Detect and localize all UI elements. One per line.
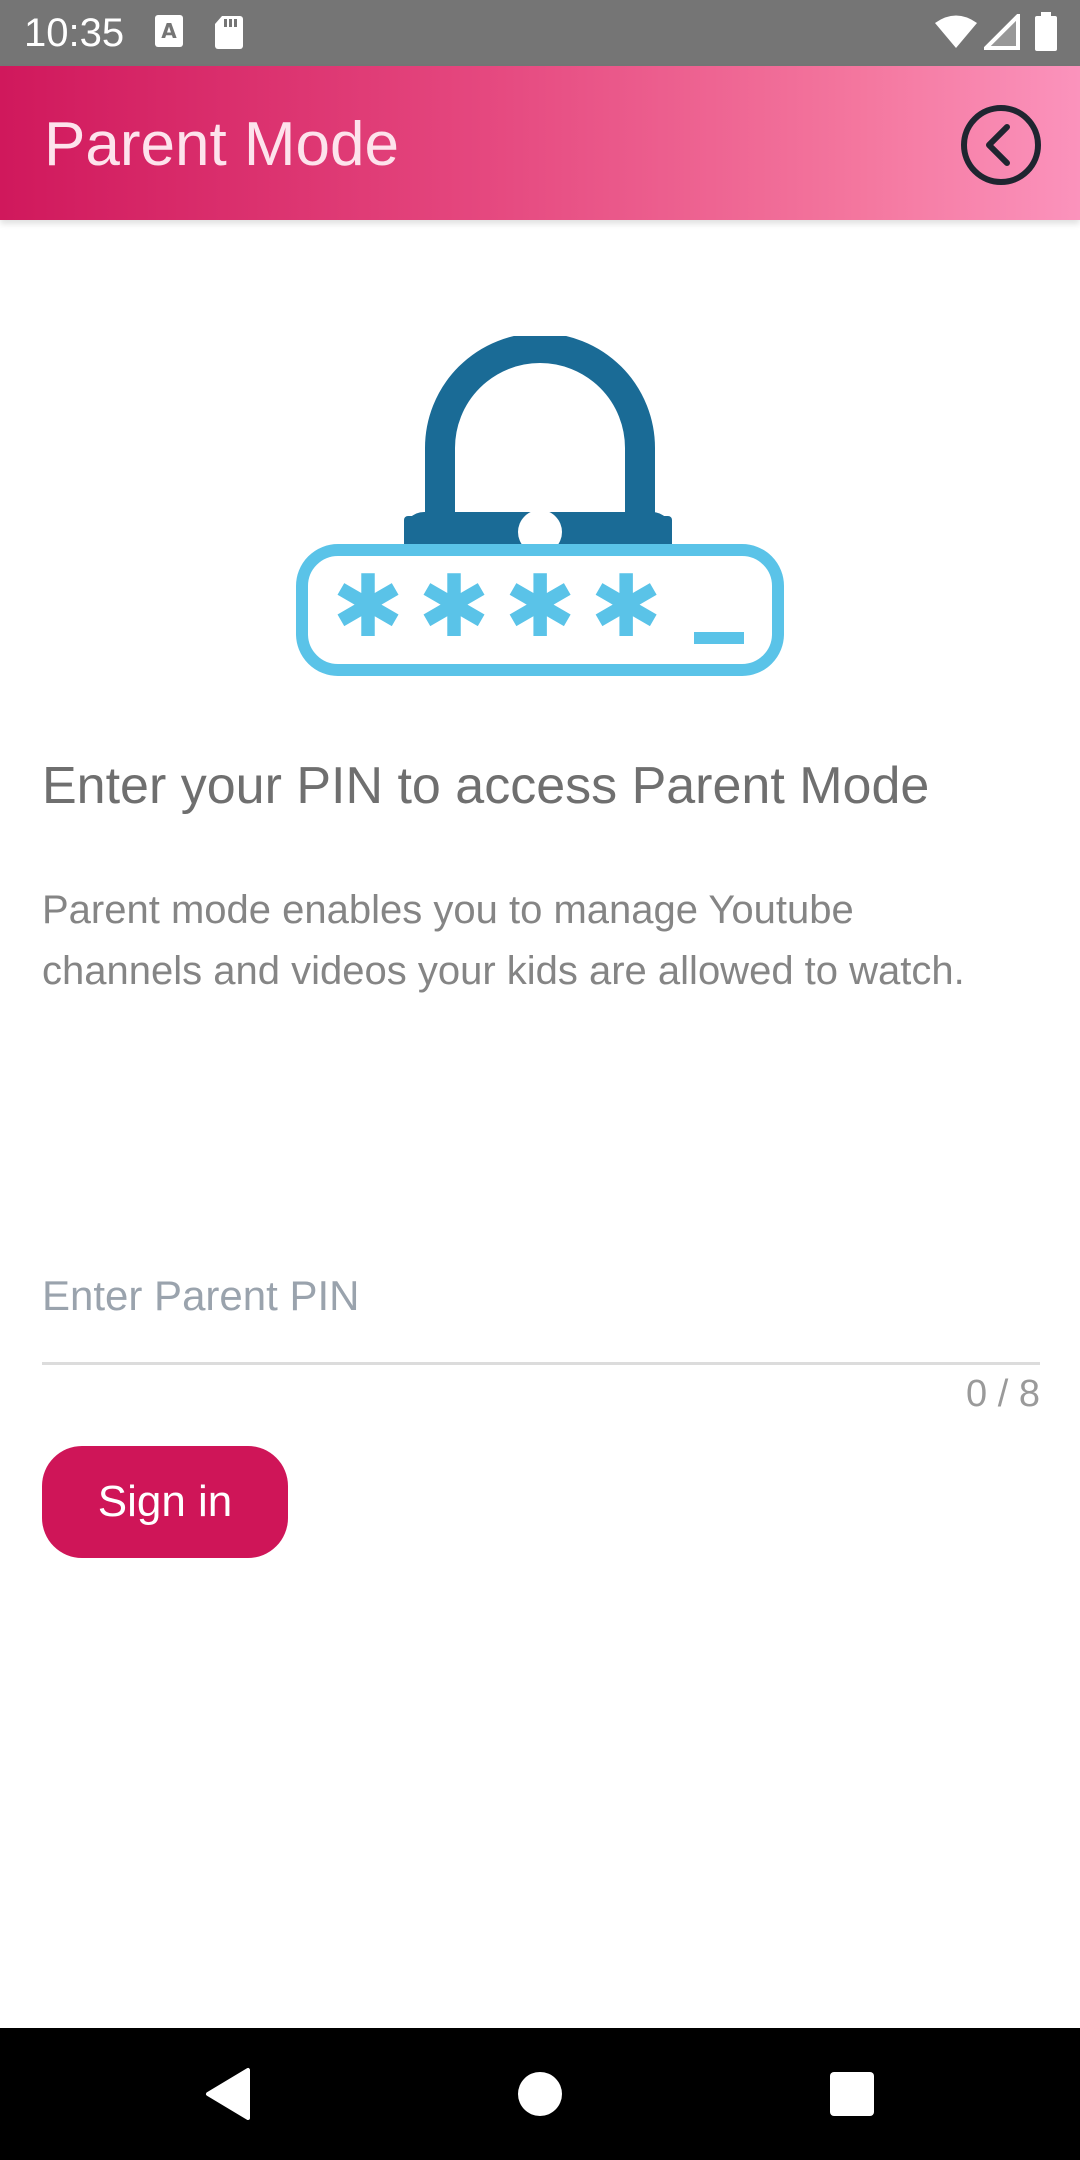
app-bar: Parent Mode — [0, 66, 1080, 220]
parent-mode-description: Parent mode enables you to manage Youtub… — [42, 888, 965, 993]
pin-heading: Enter your PIN to access Parent Mode — [42, 757, 930, 815]
status-bar: 10:35 A — [0, 0, 1080, 66]
status-time: 10:35 — [24, 11, 125, 55]
system-navigation-bar — [0, 2028, 1080, 2160]
parent-pin-input[interactable] — [42, 1262, 1040, 1330]
pin-character-counter: 0 / 8 — [966, 1373, 1040, 1415]
page-title: Parent Mode — [44, 110, 399, 179]
battery-icon — [1034, 12, 1058, 57]
cell-signal-icon — [981, 11, 1020, 55]
lock-password-icon: ✱✱✱✱ — [294, 333, 786, 684]
lock-password-illustration: ✱✱✱✱ — [294, 333, 786, 680]
nav-back-button[interactable] — [190, 2058, 262, 2130]
home-circle-icon — [504, 2072, 576, 2134]
nav-recents-button[interactable] — [816, 2058, 888, 2130]
nav-home-button[interactable] — [504, 2058, 576, 2130]
text-a-icon: A — [154, 14, 184, 53]
wifi-icon — [934, 14, 978, 55]
chevron-left-circle-icon — [956, 105, 1046, 194]
password-mask-text: ✱✱✱✱ — [332, 557, 676, 657]
back-triangle-icon — [190, 2068, 262, 2134]
recents-square-icon — [816, 2072, 888, 2134]
pin-input-underline — [42, 1362, 1040, 1365]
sd-card-icon — [214, 14, 244, 55]
svg-text:A: A — [161, 19, 177, 43]
sign-in-button[interactable]: Sign in — [42, 1446, 288, 1558]
back-button[interactable] — [956, 100, 1046, 190]
